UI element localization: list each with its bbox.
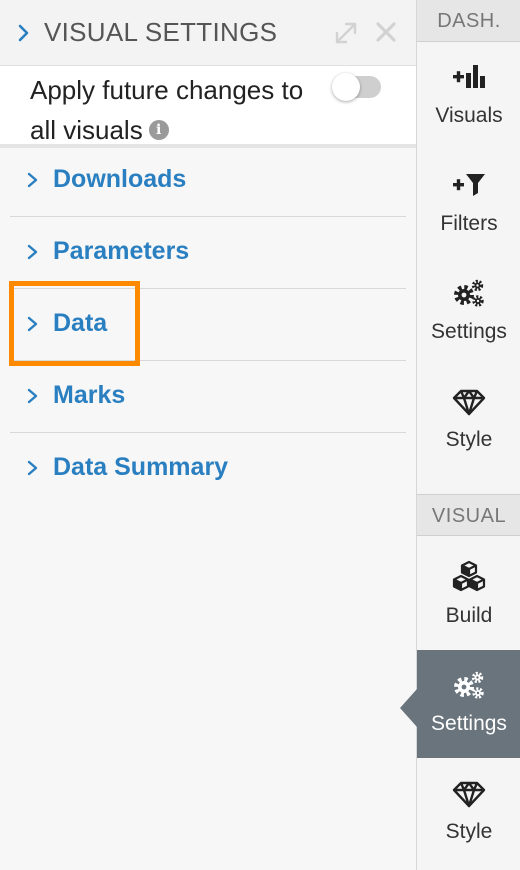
apply-to-all-toggle[interactable] — [332, 73, 381, 101]
diamond-icon — [452, 389, 486, 416]
panel-header: VISUAL SETTINGS — [0, 0, 416, 66]
section-data[interactable]: Data — [10, 289, 406, 361]
section-label: Data — [53, 309, 108, 337]
info-icon[interactable]: i — [148, 120, 169, 141]
right-rail: DASH. Visuals Filters Settings Style VIS… — [416, 0, 520, 870]
section-label: Parameters — [53, 237, 190, 265]
rail-item-label: Settings — [431, 712, 507, 735]
rail-item-dashboard-style[interactable]: Style — [417, 366, 520, 474]
toggle-knob — [332, 73, 360, 101]
rail-header-dashboard: DASH. — [417, 0, 520, 42]
chevron-right-icon — [27, 460, 38, 476]
close-icon[interactable] — [374, 20, 398, 44]
chevron-right-icon — [27, 172, 38, 188]
rail-item-dashboard-settings[interactable]: Settings — [417, 258, 520, 366]
gears-icon — [454, 279, 484, 307]
section-label: Downloads — [53, 165, 187, 193]
active-item-pointer — [400, 689, 417, 727]
rail-item-label: Style — [445, 820, 493, 843]
section-parameters[interactable]: Parameters — [10, 217, 406, 289]
rail-item-filters[interactable]: Filters — [417, 150, 520, 258]
section-label: Marks — [53, 381, 126, 409]
diamond-icon — [452, 781, 486, 808]
rail-header-visual: VISUAL — [417, 494, 520, 536]
rail-item-label: Build — [445, 604, 493, 627]
rail-item-label: Filters — [440, 212, 498, 235]
section-data-summary[interactable]: Data Summary — [10, 433, 406, 505]
rail-item-label: Style — [445, 428, 493, 451]
gears-icon — [454, 671, 484, 699]
cubes-icon — [452, 560, 486, 592]
chevron-right-icon[interactable] — [15, 22, 33, 44]
add-filter-icon — [453, 174, 485, 196]
section-downloads[interactable]: Downloads — [10, 145, 406, 217]
rail-item-label: Settings — [431, 320, 507, 343]
chevron-right-icon — [27, 388, 38, 404]
visual-settings-panel: VISUAL SETTINGS Apply future changes to … — [0, 0, 416, 870]
chevron-right-icon — [27, 244, 38, 260]
rail-item-visual-settings[interactable]: Settings — [417, 650, 520, 758]
rail-item-label: Visuals — [435, 104, 503, 127]
apply-to-all-text: Apply future changes to all visuals i — [30, 70, 330, 150]
rail-item-visuals[interactable]: Visuals — [417, 42, 520, 150]
rail-item-build[interactable]: Build — [417, 542, 520, 650]
expand-icon[interactable] — [333, 20, 359, 46]
chevron-right-icon — [27, 316, 38, 332]
section-label: Data Summary — [53, 453, 229, 481]
add-visual-icon — [453, 65, 485, 88]
panel-title: VISUAL SETTINGS — [44, 17, 278, 47]
section-marks[interactable]: Marks — [10, 361, 406, 433]
rail-item-visual-style[interactable]: Style — [417, 758, 520, 866]
